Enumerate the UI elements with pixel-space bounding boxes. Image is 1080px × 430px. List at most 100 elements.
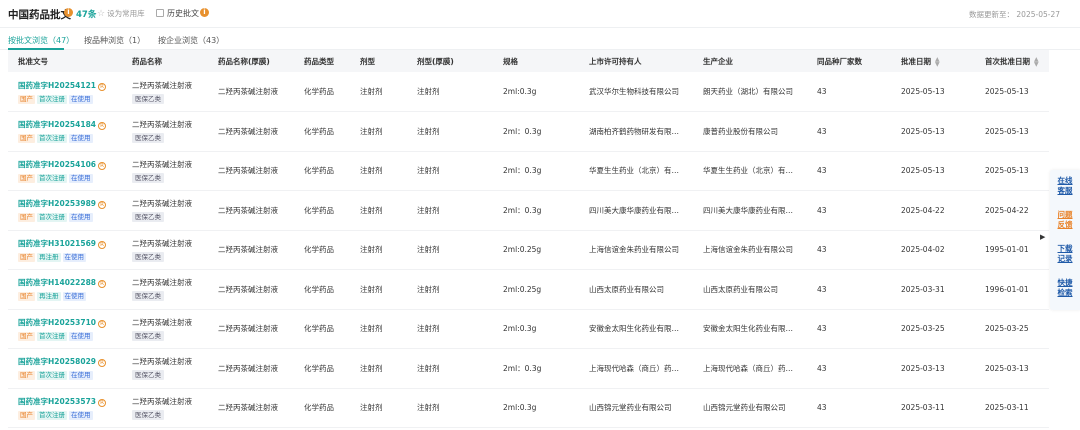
drug-name: 二羟丙茶碱注射液 (132, 357, 192, 367)
tab-by-product[interactable]: 按品种浏览（1） (84, 35, 145, 46)
favorite-button[interactable]: ☆ 设为常用库 (97, 8, 145, 19)
approval-number-link[interactable]: 国药准字H20254184 (18, 120, 96, 129)
cell-name: 二羟丙茶碱注射液 医保乙类 (122, 230, 208, 270)
r-badge-icon: R (98, 122, 107, 131)
cell-form: 注射剂 (360, 403, 383, 413)
tag-origin: 国产 (18, 331, 35, 341)
tag-registration: 再注册 (37, 252, 61, 262)
tag-origin: 国产 (18, 213, 35, 223)
cell-form: 注射剂 (360, 284, 383, 294)
tag-group: 国产 首次注册 在使用 (18, 370, 122, 381)
cell-date: 2025-03-31 (901, 284, 945, 294)
column-header-date[interactable]: 批准日期 ▲ ▼ (891, 50, 975, 72)
drug-name: 二羟丙茶碱注射液 (132, 80, 192, 90)
download-records-button[interactable]: 下载 记录 (1052, 244, 1078, 264)
table-row[interactable]: 国药准字H20253989 R 国产 首次注册 在使用 二羟丙茶碱注射液 医保乙类 二… (8, 191, 1049, 230)
column-header-approval-no: 批准文号 (18, 56, 48, 66)
cell-name-thick: 二羟丙茶碱注射液 (218, 324, 278, 334)
cell-form-thick: 注射剂 (417, 126, 440, 136)
column-header-type: 药品类型 (304, 56, 334, 66)
cell-name: 二羟丙茶碱注射液 医保乙类 (122, 309, 208, 349)
cell-spec: 2ml：0.3g (503, 126, 542, 136)
history-checkbox[interactable]: 历史批文 (156, 8, 199, 19)
r-badge-icon: R (98, 359, 107, 368)
sort-icon[interactable]: ▲ ▼ (1034, 56, 1039, 67)
tag-status: 在使用 (69, 331, 93, 341)
quick-search-line1: 快捷 (1057, 278, 1073, 287)
table-row[interactable]: 国药准字H20254121 R 国产 首次注册 在使用 二羟丙茶碱注射液 医保乙类 二… (8, 72, 1049, 112)
online-service-button[interactable]: 在线 客服 (1052, 176, 1078, 196)
cell-date: 2025-04-02 (901, 245, 945, 255)
approval-number-link[interactable]: 国药准字H20253989 (18, 199, 96, 208)
cell-spec: 2ml：0.3g (503, 363, 542, 373)
cell-type: 化学药品 (304, 363, 334, 373)
table-row[interactable]: 国药准字H20253710 R 国产 首次注册 在使用 二羟丙茶碱注射液 医保乙类 二… (8, 309, 1049, 349)
column-header-name-thick: 药品名称(厚膜) (218, 56, 270, 66)
cell-count: 43 (817, 166, 827, 176)
quick-search-line2: 检索 (1057, 288, 1073, 297)
table-row[interactable]: 国药准字H20258029 R 国产 首次注册 在使用 二羟丙茶碱注射液 医保乙类 二… (8, 349, 1049, 389)
cell-count: 43 (817, 205, 827, 215)
tag-group: 国产 首次注册 在使用 (18, 94, 122, 104)
approval-number-link[interactable]: 国药准字H20253710 (18, 318, 96, 327)
insurance-tag: 医保乙类 (132, 172, 164, 183)
cell-approval: 国药准字H20253573 R 国产 首次注册 在使用 (8, 388, 122, 428)
cell-maker: 华夏生生药业（北京）有… (703, 166, 793, 176)
tag-status: 在使用 (69, 134, 93, 144)
tag-registration: 首次注册 (37, 410, 67, 420)
cell-form: 注射剂 (360, 245, 383, 255)
cell-name-thick: 二羟丙茶碱注射液 (218, 245, 278, 255)
cell-form-thick: 注射剂 (417, 166, 440, 176)
table-row[interactable]: 国药准字H31021569 R 国产 再注册 在使用 二羟丙茶碱注射液 医保乙类 二羟… (8, 230, 1049, 270)
approval-number-link[interactable]: 国药准字H20254106 (18, 160, 96, 169)
cell-form-thick: 注射剂 (417, 363, 440, 373)
cell-spec: 2ml:0.25g (503, 284, 542, 294)
cell-maker: 四川美大康华康药业有限… (703, 205, 793, 215)
table-row[interactable]: 国药准字H14022288 R 国产 再注册 在使用 二羟丙茶碱注射液 医保乙类 二羟… (8, 270, 1049, 310)
column-header-spec: 规格 (503, 56, 518, 66)
info-icon[interactable]: i (64, 8, 73, 17)
feedback-line1: 问题 (1057, 210, 1073, 219)
tab-by-approval[interactable]: 按批文浏览（47） (8, 35, 74, 46)
page-header: 中国药品批文 i 47条 ☆ 设为常用库 历史批文 i 数据更新至： 2025-0… (0, 0, 1080, 28)
cell-name: 二羟丙茶碱注射液 医保乙类 (122, 349, 208, 389)
column-header-first-date[interactable]: 首次批准日期 ▲ ▼ (975, 50, 1049, 72)
record-count: 47条 (76, 10, 97, 20)
table-row[interactable]: 国药准字H20254106 R 国产 首次注册 在使用 二羟丙茶碱注射液 医保乙类 二… (8, 151, 1049, 191)
sort-icon[interactable]: ▲ ▼ (935, 56, 940, 67)
collapse-arrow-icon[interactable]: ▶ (1040, 233, 1045, 241)
cell-holder: 上海现代哈森（商丘）药… (589, 363, 679, 373)
column-header-maker: 生产企业 (703, 56, 733, 66)
tag-origin: 国产 (18, 371, 35, 381)
tag-group: 国产 首次注册 在使用 (18, 212, 122, 223)
approval-number-link[interactable]: 国药准字H14022288 (18, 278, 96, 287)
table-row[interactable]: 国药准字H20254184 R 国产 首次注册 在使用 二羟丙茶碱注射液 医保乙类 二… (8, 112, 1049, 151)
cell-first-date: 2025-05-13 (985, 166, 1029, 176)
history-info-icon[interactable]: i (200, 8, 209, 17)
tab-by-company[interactable]: 按企业浏览（43） (158, 35, 224, 46)
approval-number-link[interactable]: 国药准字H20258029 (18, 357, 96, 366)
table-row[interactable]: 国药准字H20253573 R 国产 首次注册 在使用 二羟丙茶碱注射液 医保乙类 二… (8, 388, 1049, 428)
column-header-name: 药品名称 (132, 56, 162, 66)
cell-first-date: 2025-05-13 (985, 126, 1029, 136)
cell-form: 注射剂 (360, 324, 383, 334)
cell-first-date: 2025-03-11 (985, 403, 1029, 413)
tag-origin: 国产 (18, 94, 35, 104)
quick-search-button[interactable]: 快捷 检索 (1052, 278, 1078, 298)
approval-number-link[interactable]: 国药准字H20254121 (18, 81, 96, 90)
cell-approval: 国药准字H20254106 R 国产 首次注册 在使用 (8, 151, 122, 191)
cell-holder: 安徽金太阳生化药业有限… (589, 324, 679, 334)
checkbox-icon[interactable] (156, 9, 164, 17)
cell-approval: 国药准字H20253710 R 国产 首次注册 在使用 (8, 309, 122, 349)
feedback-button[interactable]: 问题 反馈 (1052, 210, 1078, 230)
r-badge-icon: R (98, 398, 107, 407)
cell-count: 43 (817, 126, 827, 136)
cell-approval: 国药准字H14022288 R 国产 再注册 在使用 (8, 270, 122, 310)
approval-number-link[interactable]: 国药准字H20253573 (18, 397, 96, 406)
cell-count: 43 (817, 363, 827, 373)
cell-form: 注射剂 (360, 205, 383, 215)
history-label: 历史批文 (167, 9, 199, 18)
insurance-tag: 医保乙类 (132, 409, 164, 420)
approval-number-link[interactable]: 国药准字H31021569 (18, 239, 96, 248)
cell-first-date: 1996-01-01 (985, 284, 1029, 294)
